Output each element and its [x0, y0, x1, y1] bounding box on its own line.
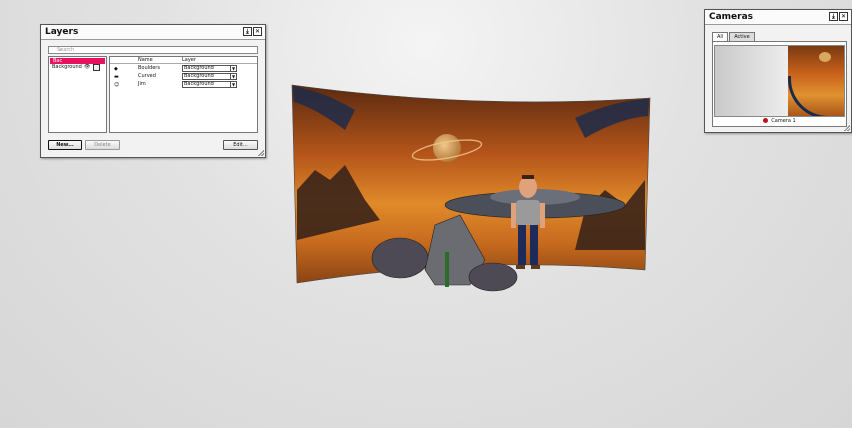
object-name: Jim	[138, 81, 146, 87]
boulder-small	[468, 262, 518, 292]
cactus	[445, 252, 449, 287]
camera-name: Camera 1	[771, 118, 796, 124]
chevron-down-icon[interactable]: ▼	[230, 82, 236, 87]
object-name: Boulders	[138, 65, 160, 71]
close-icon[interactable]: ✕	[839, 12, 848, 21]
layer-select[interactable]: Background ▼	[182, 81, 237, 88]
close-icon[interactable]: ✕	[253, 27, 262, 36]
search-icon: ⌕	[59, 47, 62, 53]
camera-tabs: All Active	[712, 32, 756, 41]
layer-select-value: Background	[184, 65, 214, 71]
resize-grip-icon[interactable]	[844, 125, 850, 131]
resize-grip-icon[interactable]	[258, 150, 264, 156]
column-layer: Layer	[182, 57, 196, 63]
tab-active[interactable]: Active	[729, 32, 755, 41]
camera-list: Camera 1	[712, 41, 847, 127]
cameras-panel-title: Cameras ⤓ ✕	[705, 10, 851, 25]
new-layer-button[interactable]: New...	[48, 140, 82, 150]
edit-layer-button[interactable]: Edit...	[223, 140, 258, 150]
table-row[interactable]: ▬ Curved Background ▼	[110, 72, 257, 80]
camera-thumbnail[interactable]	[714, 45, 845, 117]
cameras-panel: Cameras ⤓ ✕ All Active Camera 1	[704, 9, 852, 133]
layers-panel: Layers ⤓ ✕ ⌕ Search Bac Background 👁 Nam…	[40, 24, 266, 158]
layer-name: Background	[52, 64, 82, 70]
table-row[interactable]: ◆ Boulders Background ▼	[110, 64, 257, 72]
layer-list: Bac Background 👁	[48, 56, 107, 133]
cameras-title-text: Cameras	[709, 12, 754, 22]
character-icon: ☺	[114, 82, 120, 88]
delete-layer-button[interactable]: Delete	[85, 140, 120, 150]
boulder-large	[371, 237, 429, 279]
camera-label[interactable]: Camera 1	[713, 118, 846, 124]
scene-viewport[interactable]	[285, 80, 660, 295]
column-name: Name	[138, 57, 153, 63]
lock-icon[interactable]	[93, 64, 100, 71]
object-table: Name Layer ◆ Boulders Background ▼ ▬ Cur…	[109, 56, 258, 133]
chevron-down-icon[interactable]: ▼	[230, 74, 236, 79]
layer-select-value: Background	[184, 73, 214, 79]
layers-search-input[interactable]: ⌕ Search	[48, 46, 258, 54]
object-name: Curved	[138, 73, 156, 79]
thumbnail-planet	[819, 52, 831, 62]
layer-select-value: Background	[184, 81, 214, 87]
layers-panel-title: Layers ⤓ ✕	[41, 25, 265, 40]
camera-indicator-icon	[763, 118, 769, 123]
dock-icon[interactable]: ⤓	[829, 12, 838, 21]
object-table-header: Name Layer	[110, 57, 257, 64]
tab-all[interactable]: All	[712, 32, 729, 41]
dock-icon[interactable]: ⤓	[243, 27, 252, 36]
layer-select[interactable]: Background ▼	[182, 65, 237, 72]
chevron-down-icon[interactable]: ▼	[230, 66, 236, 71]
layers-title-text: Layers	[45, 27, 79, 37]
table-row[interactable]: ☺ Jim Background ▼	[110, 80, 257, 88]
layer-row-background[interactable]: Background 👁	[49, 64, 106, 71]
layer-select[interactable]: Background ▼	[182, 73, 237, 80]
visibility-eye-icon[interactable]: 👁	[84, 64, 90, 70]
